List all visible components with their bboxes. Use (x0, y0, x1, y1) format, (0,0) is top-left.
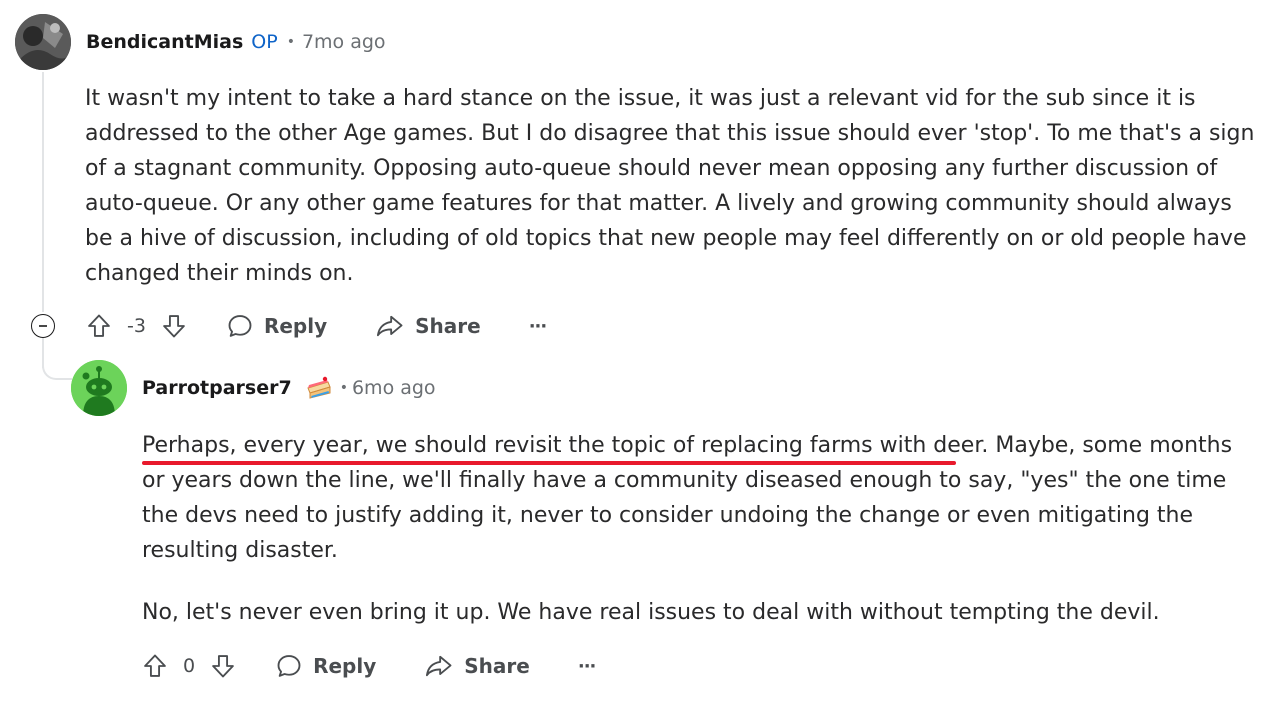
comment-paragraph-1: Perhaps, every year, we should revisit t… (142, 428, 1252, 568)
cake-icon (306, 376, 332, 400)
share-button[interactable]: Share (375, 312, 481, 340)
username[interactable]: BendicantMias (86, 31, 243, 53)
collapse-thread-button[interactable] (31, 314, 55, 338)
share-arrow-icon (377, 315, 403, 337)
comment-paragraph-2: No, let's never even bring it up. We hav… (142, 600, 1160, 625)
minus-icon (39, 325, 47, 327)
share-arrow-icon (426, 655, 452, 677)
comment-bubble-icon (228, 315, 252, 337)
comment-2-meta: Parrotparser7 • 6mo ago (142, 376, 436, 400)
comment-2-body: Perhaps, every year, we should revisit t… (142, 428, 1252, 630)
op-badge: OP (251, 31, 278, 53)
comment-2-actions: 0 Reply Share ··· (141, 650, 596, 682)
comment-bubble-icon (277, 655, 301, 677)
timestamp[interactable]: 6mo ago (352, 377, 436, 399)
vote-count: 0 (183, 655, 196, 677)
downvote-button[interactable] (209, 652, 237, 680)
more-dots-icon: ··· (577, 655, 596, 677)
share-button[interactable]: Share (424, 652, 530, 680)
avatar-bendicantmias[interactable] (15, 14, 71, 70)
more-dots-icon: ··· (528, 315, 547, 337)
reply-label: Reply (263, 314, 328, 338)
highlight-underline (142, 461, 956, 465)
username[interactable]: Parrotparser7 (142, 377, 292, 399)
comment-1-meta: BendicantMias OP • 7mo ago (86, 31, 386, 53)
upvote-arrow-icon (144, 654, 166, 677)
upvote-arrow-icon (88, 314, 110, 337)
comment-1-actions: -3 Reply Share ··· (85, 310, 547, 342)
thread-elbow (42, 350, 72, 380)
comment-paragraph: It wasn't my intent to take a hard stanc… (85, 86, 1255, 286)
avatar-parrotparser7[interactable] (71, 360, 127, 416)
vote-count: -3 (127, 315, 146, 337)
comment-1-body: It wasn't my intent to take a hard stanc… (85, 81, 1255, 291)
more-options-button[interactable]: ··· (578, 656, 596, 677)
highlighted-text: Perhaps, every year, we should revisit t… (142, 433, 982, 458)
downvote-arrow-icon (163, 315, 185, 338)
downvote-arrow-icon (212, 655, 234, 678)
timestamp[interactable]: 7mo ago (302, 31, 386, 53)
meta-separator: • (286, 34, 295, 50)
thread-line-main (42, 72, 44, 312)
share-label: Share (464, 654, 530, 678)
reply-button[interactable]: Reply (275, 652, 376, 680)
share-label: Share (415, 314, 481, 338)
reply-button[interactable]: Reply (226, 312, 327, 340)
more-options-button[interactable]: ··· (529, 316, 547, 337)
reply-label: Reply (313, 654, 377, 678)
upvote-button[interactable] (141, 652, 169, 680)
downvote-button[interactable] (160, 312, 188, 340)
meta-separator: • (339, 380, 348, 396)
snoo-robot-icon (71, 360, 127, 416)
upvote-button[interactable] (85, 312, 113, 340)
